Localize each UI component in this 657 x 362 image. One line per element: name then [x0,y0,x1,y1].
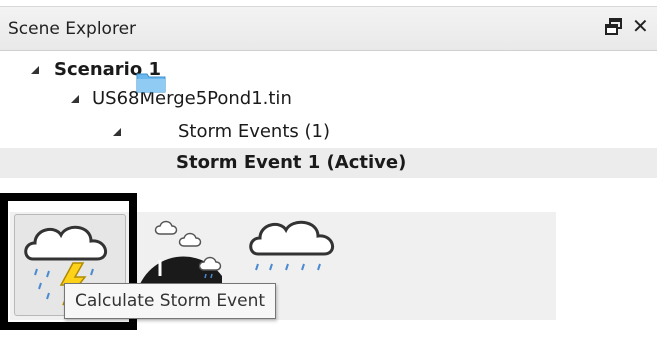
panel-header: Scene Explorer ✕ [0,7,657,51]
rain-cloud-button[interactable] [244,216,344,284]
expand-triangle-icon[interactable] [70,94,80,104]
scene-tree: Scenario 1 US68Merge5Pond1.tin Storm Eve… [0,52,657,192]
pin-float-icon[interactable] [604,17,624,37]
tooltip: Calculate Storm Event [64,283,277,319]
panel-title: Scene Explorer [8,19,137,39]
window-top-edge [0,0,657,7]
tree-node-storm-event[interactable]: Storm Event 1 (Active) [176,149,406,177]
close-icon[interactable]: ✕ [632,16,649,36]
expand-triangle-icon[interactable] [112,127,122,137]
tree-node-tin[interactable]: US68Merge5Pond1.tin [92,85,292,113]
rain-cloud-icon [249,220,334,271]
folder-icon [136,71,166,93]
tree-node-folder[interactable]: Storm Events (1) [178,118,330,146]
expand-triangle-icon[interactable] [30,65,40,75]
